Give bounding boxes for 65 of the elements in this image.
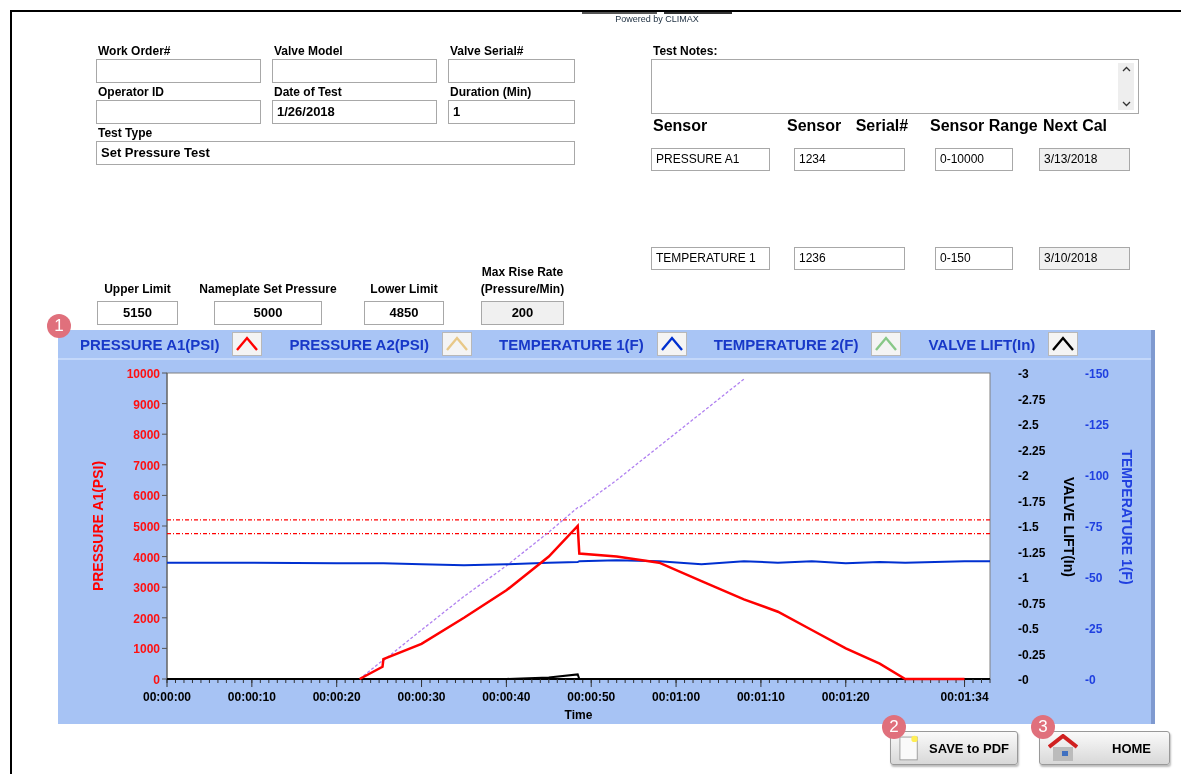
field-label: Valve Serial# (449, 44, 525, 59)
field-label: Operator ID (97, 85, 165, 100)
y-tick-label: 9000 (133, 397, 160, 412)
step-marker: 1 (47, 314, 71, 338)
x-tick-label: 00:01:20 (821, 690, 870, 704)
next-cal-field: 3/10/2018 (1039, 247, 1130, 270)
logo-tagline: Powered by CLIMAX (615, 14, 699, 24)
column-header: Next Cal (1043, 117, 1109, 136)
right-tick-label: -2.25 (1018, 443, 1046, 458)
right-tick-label: -75 (1085, 520, 1103, 534)
y-tick-label: 0 (153, 673, 160, 687)
x-tick-label: 00:00:10 (227, 690, 276, 704)
right-tick-label: -1.75 (1018, 494, 1046, 509)
right-tick-label: -0.75 (1018, 596, 1046, 611)
x-tick-label: 00:01:00 (652, 690, 701, 704)
next-cal-field: 3/13/2018 (1039, 148, 1130, 171)
right-axis-title: TEMPERATURE 1(F) (1119, 449, 1135, 585)
right-tick-label: -125 (1085, 418, 1110, 432)
y-tick-label: 1000 (133, 642, 160, 657)
y-tick-label: 3000 (133, 581, 160, 596)
y-tick-label: 2000 (133, 611, 160, 626)
x-tick-label: 00:00:30 (397, 690, 446, 704)
x-tick-label: 00:00:50 (567, 690, 616, 704)
x-tick-label: 00:01:34 (940, 690, 989, 704)
y-tick-label: 10000 (126, 367, 160, 381)
x-tick-label: 00:00:40 (482, 690, 531, 704)
right-tick-label: -3 (1018, 367, 1029, 381)
x-tick-label: 00:01:10 (736, 690, 785, 704)
right-tick-label: -150 (1085, 367, 1110, 381)
right-tick-label: -0 (1018, 673, 1029, 687)
y-tick-label: 5000 (133, 520, 160, 534)
notes-label: Test Notes: (652, 44, 719, 59)
limit-label: Upper Limit (104, 281, 171, 298)
field-label: Valve Model (273, 44, 344, 59)
limit-label: Max Rise Rate (Pressure/Min) (479, 264, 566, 298)
field-label: Date of Test (273, 85, 343, 100)
right-tick-label: -0.5 (1018, 622, 1039, 636)
right-tick-label: -2 (1018, 469, 1029, 483)
x-tick-label: 00:00:20 (312, 690, 361, 704)
right-tick-label: -100 (1085, 469, 1110, 483)
y-tick-label: 4000 (133, 550, 160, 565)
field-label: Test Type (97, 126, 154, 141)
y-tick-label: 8000 (133, 428, 160, 443)
right-tick-label: -25 (1085, 622, 1103, 636)
column-header: Sensor Serial# (787, 117, 910, 136)
y-axis-title: PRESSURE A1(PSI) (90, 460, 106, 592)
y-tick-label: 6000 (133, 489, 160, 504)
field-label: Duration (Min) (449, 85, 533, 100)
column-header: Sensor (652, 117, 709, 136)
x-tick-label: 00:00:00 (143, 690, 191, 704)
right-tick-label: -50 (1085, 571, 1103, 585)
field-label: Work Order# (97, 44, 172, 59)
right-axis-title: VALVE LIFT(In) (1061, 477, 1077, 577)
limit-label: Nameplate Set Pressure (199, 281, 337, 298)
right-tick-label: -1.25 (1018, 545, 1046, 560)
right-tick-label: -1.5 (1018, 520, 1039, 534)
right-tick-label: -0 (1085, 673, 1096, 687)
limit-label: Lower Limit (370, 281, 438, 298)
right-tick-label: -0.25 (1018, 647, 1046, 662)
x-axis-title: Time (564, 708, 593, 722)
y-tick-label: 7000 (133, 458, 160, 473)
right-tick-label: -2.5 (1018, 418, 1039, 432)
right-tick-label: -1 (1018, 571, 1029, 585)
right-tick-label: -2.75 (1018, 392, 1046, 407)
column-header: Sensor Range (930, 117, 1039, 136)
